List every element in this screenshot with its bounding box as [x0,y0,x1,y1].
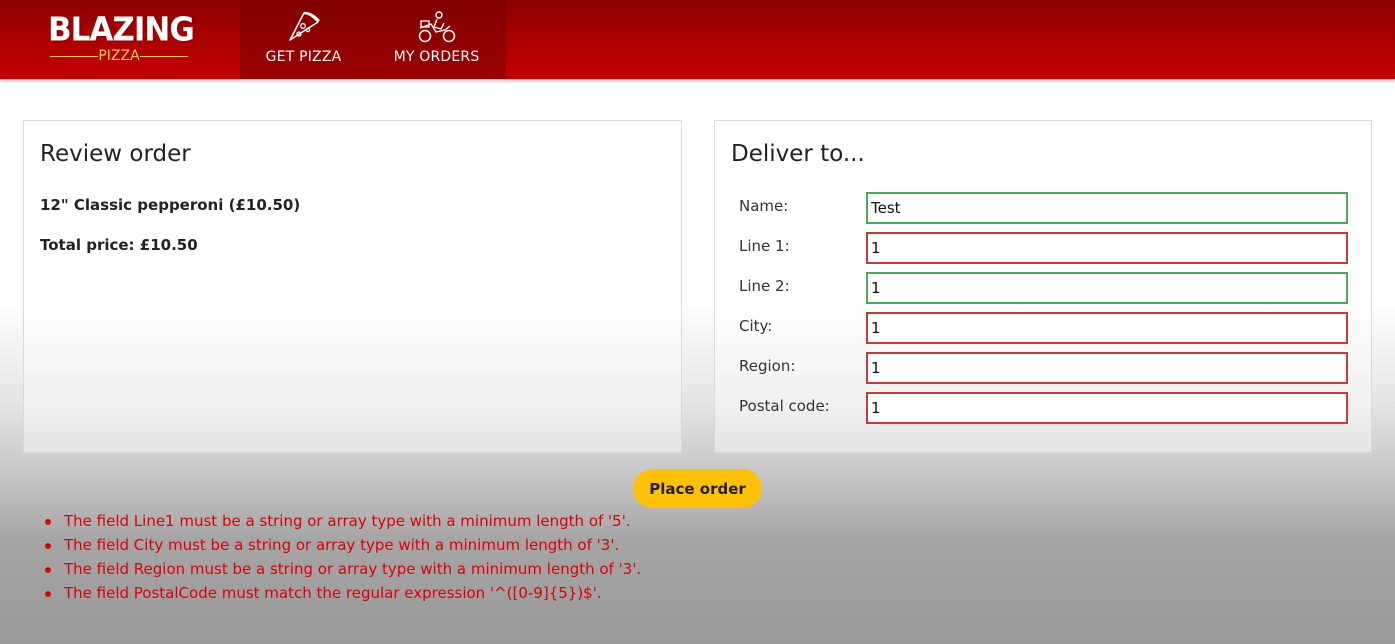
pizza-slice-icon [289,11,320,41]
line1-label: Line 1: [739,237,790,255]
validation-errors: The field Line1 must be a string or arra… [44,511,641,607]
city-field[interactable] [866,312,1348,344]
name-label: Name: [739,197,789,215]
postal-code-field[interactable] [866,392,1348,424]
line2-label: Line 2: [739,277,790,295]
validation-error: The field PostalCode must match the regu… [44,583,641,607]
main-nav: GET PIZZA MY ORDERS [240,0,506,79]
line1-field[interactable] [866,232,1348,264]
line2-field[interactable] [866,272,1348,304]
deliver-to-title: Deliver to... [731,141,865,167]
order-item: 12" Classic pepperoni (£10.50) [40,196,301,214]
validation-error: The field Line1 must be a string or arra… [44,511,641,535]
nav-get-pizza[interactable]: GET PIZZA [240,0,367,79]
postal-code-label: Postal code: [739,397,830,415]
name-field[interactable] [866,192,1348,224]
total-price: Total price: £10.50 [40,236,198,254]
validation-error: The field City must be a string or array… [44,535,641,559]
nav-my-orders[interactable]: MY ORDERS [367,0,506,79]
nav-label: MY ORDERS [393,49,480,65]
region-label: Region: [739,357,796,375]
region-field[interactable] [866,352,1348,384]
blazing-pizza-logo[interactable]: BLAZING PIZZA [48,11,195,66]
logo-line-right [140,56,188,57]
place-order-button[interactable]: Place order [633,469,762,508]
review-order-panel: Review order 12" Classic pepperoni (£10.… [23,120,682,453]
top-bar: BLAZING PIZZA GET PIZZA MY ORDERS [0,0,1395,79]
deliver-to-panel: Deliver to... Name: Line 1: Line 2: City… [714,120,1372,453]
nav-label: GET PIZZA [265,49,342,65]
delivery-scooter-icon [418,11,456,43]
city-label: City: [739,317,773,335]
review-order-title: Review order [40,141,191,167]
validation-error: The field Region must be a string or arr… [44,559,641,583]
logo-text: BLAZING [48,11,195,49]
